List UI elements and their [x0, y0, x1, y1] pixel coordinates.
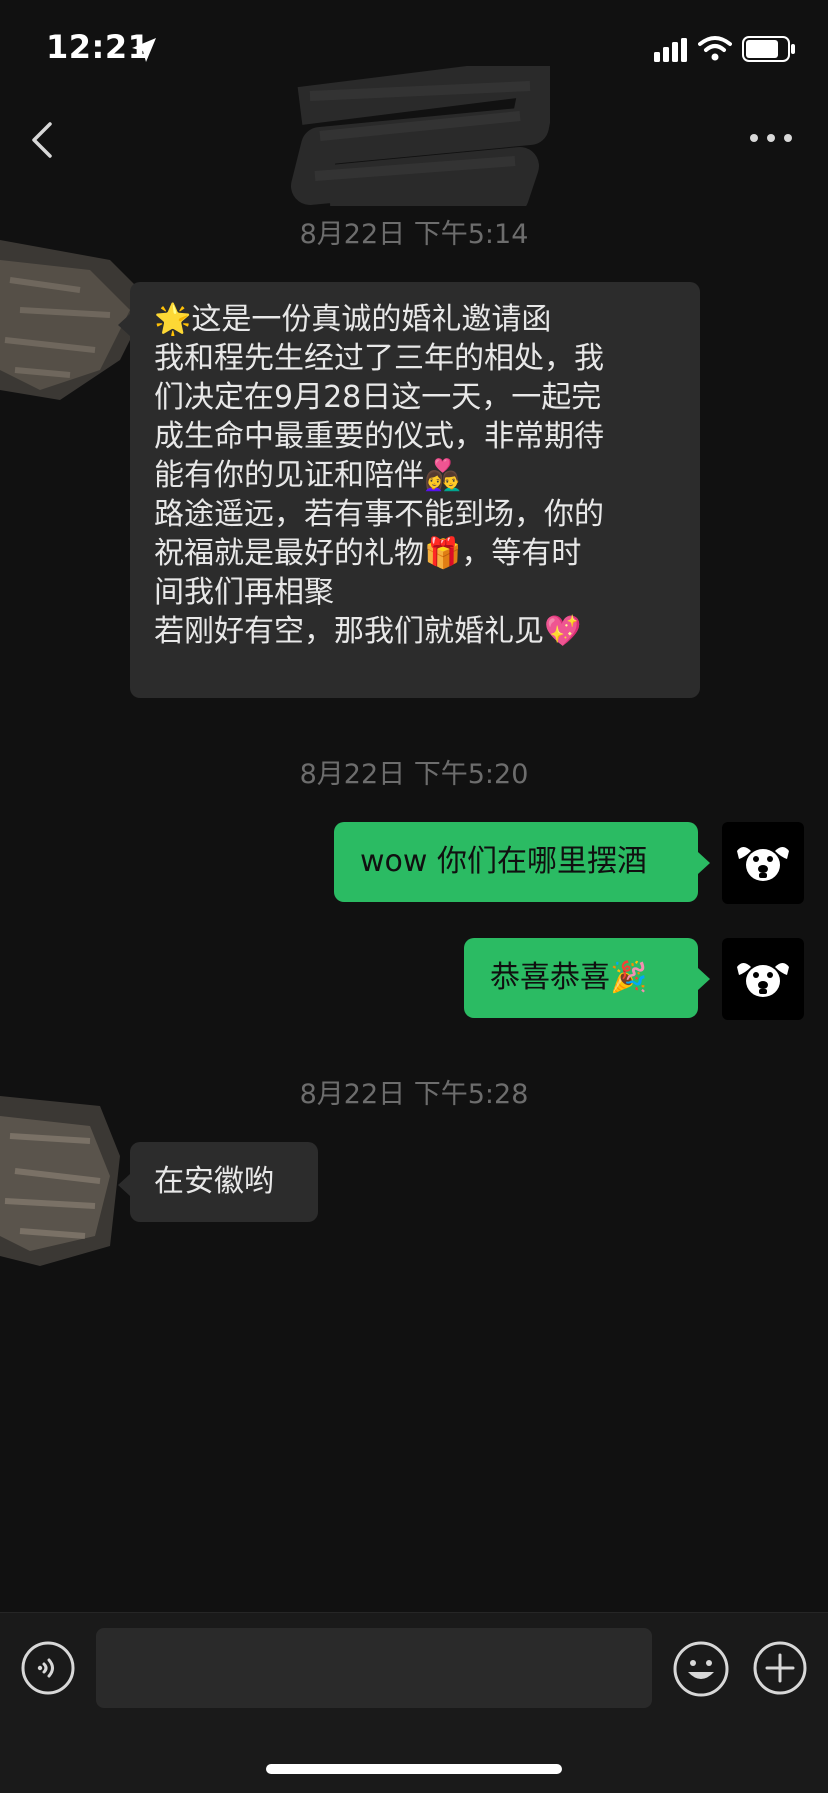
message-text: 恭喜恭喜🎉 [490, 960, 648, 995]
message-text-line: 祝福就是最好的礼物🎁，等有时 [154, 536, 582, 571]
battery-icon [742, 36, 795, 62]
message-text-line: 们决定在9月28日这一天，一起完 [154, 380, 602, 415]
message-text-line: 间我们再相聚 [154, 575, 334, 610]
voice-input-icon[interactable] [20, 1640, 76, 1696]
message-text: wow 你们在哪里摆酒 [360, 844, 647, 879]
message-text-line: 若刚好有空，那我们就婚礼见💖 [154, 614, 582, 649]
outgoing-message-bubble[interactable]: 恭喜恭喜🎉 [464, 938, 710, 1018]
incoming-message-bubble[interactable]: 🌟这是一份真诚的婚礼邀请函 我和程先生经过了三年的相处，我 们决定在9月28日这… [118, 282, 700, 698]
message-input[interactable] [96, 1628, 652, 1708]
message-text: 在安徽哟 [154, 1164, 274, 1199]
message-text-line: 🌟这是一份真诚的婚礼邀请函 [154, 302, 552, 337]
message-text-line: 成生命中最重要的仪式，非常期待 [154, 419, 604, 454]
dog-face-icon [737, 963, 789, 997]
more-options-ellipsis-icon[interactable] [746, 126, 796, 150]
my-avatar[interactable] [722, 822, 804, 904]
back-chevron-icon[interactable] [24, 112, 64, 168]
message-text-line: 路途遥远，若有事不能到场，你的 [154, 497, 604, 532]
message-timestamp: 8月22日 下午5:20 [299, 759, 529, 790]
message-text-line: 能有你的见证和陪伴👩‍❤️‍👨 [154, 458, 462, 493]
my-avatar[interactable] [722, 938, 804, 1020]
home-indicator[interactable] [266, 1764, 562, 1774]
location-arrow-icon [132, 38, 156, 62]
plus-icon[interactable] [752, 1640, 808, 1696]
message-text-line: 我和程先生经过了三年的相处，我 [154, 341, 604, 376]
redacted-contact-name [291, 66, 550, 206]
wifi-icon [698, 36, 732, 61]
cellular-signal-icon [654, 38, 687, 62]
incoming-message-bubble[interactable]: 在安徽哟 [118, 1142, 318, 1222]
dog-face-icon [737, 847, 789, 881]
emoji-face-icon[interactable] [672, 1640, 730, 1698]
outgoing-message-bubble[interactable]: wow 你们在哪里摆酒 [334, 822, 710, 902]
